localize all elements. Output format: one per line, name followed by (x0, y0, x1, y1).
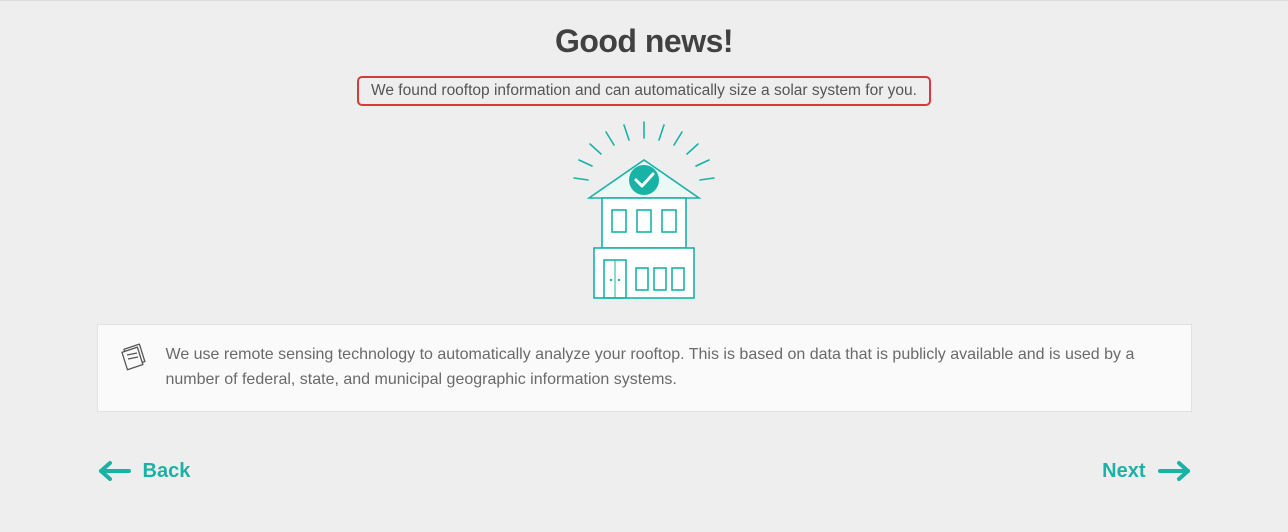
highlighted-subtitle-box: We found rooftop information and can aut… (357, 76, 931, 106)
house-illustration (554, 120, 734, 306)
back-label: Back (143, 460, 191, 483)
main-container: Good news! We found rooftop information … (0, 1, 1288, 532)
back-button[interactable]: Back (97, 460, 191, 483)
page-title: Good news! (555, 23, 733, 60)
subtitle-text: We found rooftop information and can aut… (371, 82, 917, 100)
info-card: We use remote sensing technology to auto… (97, 324, 1192, 412)
note-icon (118, 343, 148, 373)
arrow-left-icon (97, 460, 131, 482)
house-with-sun-rays-icon (554, 120, 734, 306)
info-text: We use remote sensing technology to auto… (166, 343, 1167, 393)
arrow-right-icon (1158, 460, 1192, 482)
next-label: Next (1102, 460, 1145, 483)
next-button[interactable]: Next (1102, 460, 1191, 483)
navigation-row: Back Next (97, 460, 1192, 483)
